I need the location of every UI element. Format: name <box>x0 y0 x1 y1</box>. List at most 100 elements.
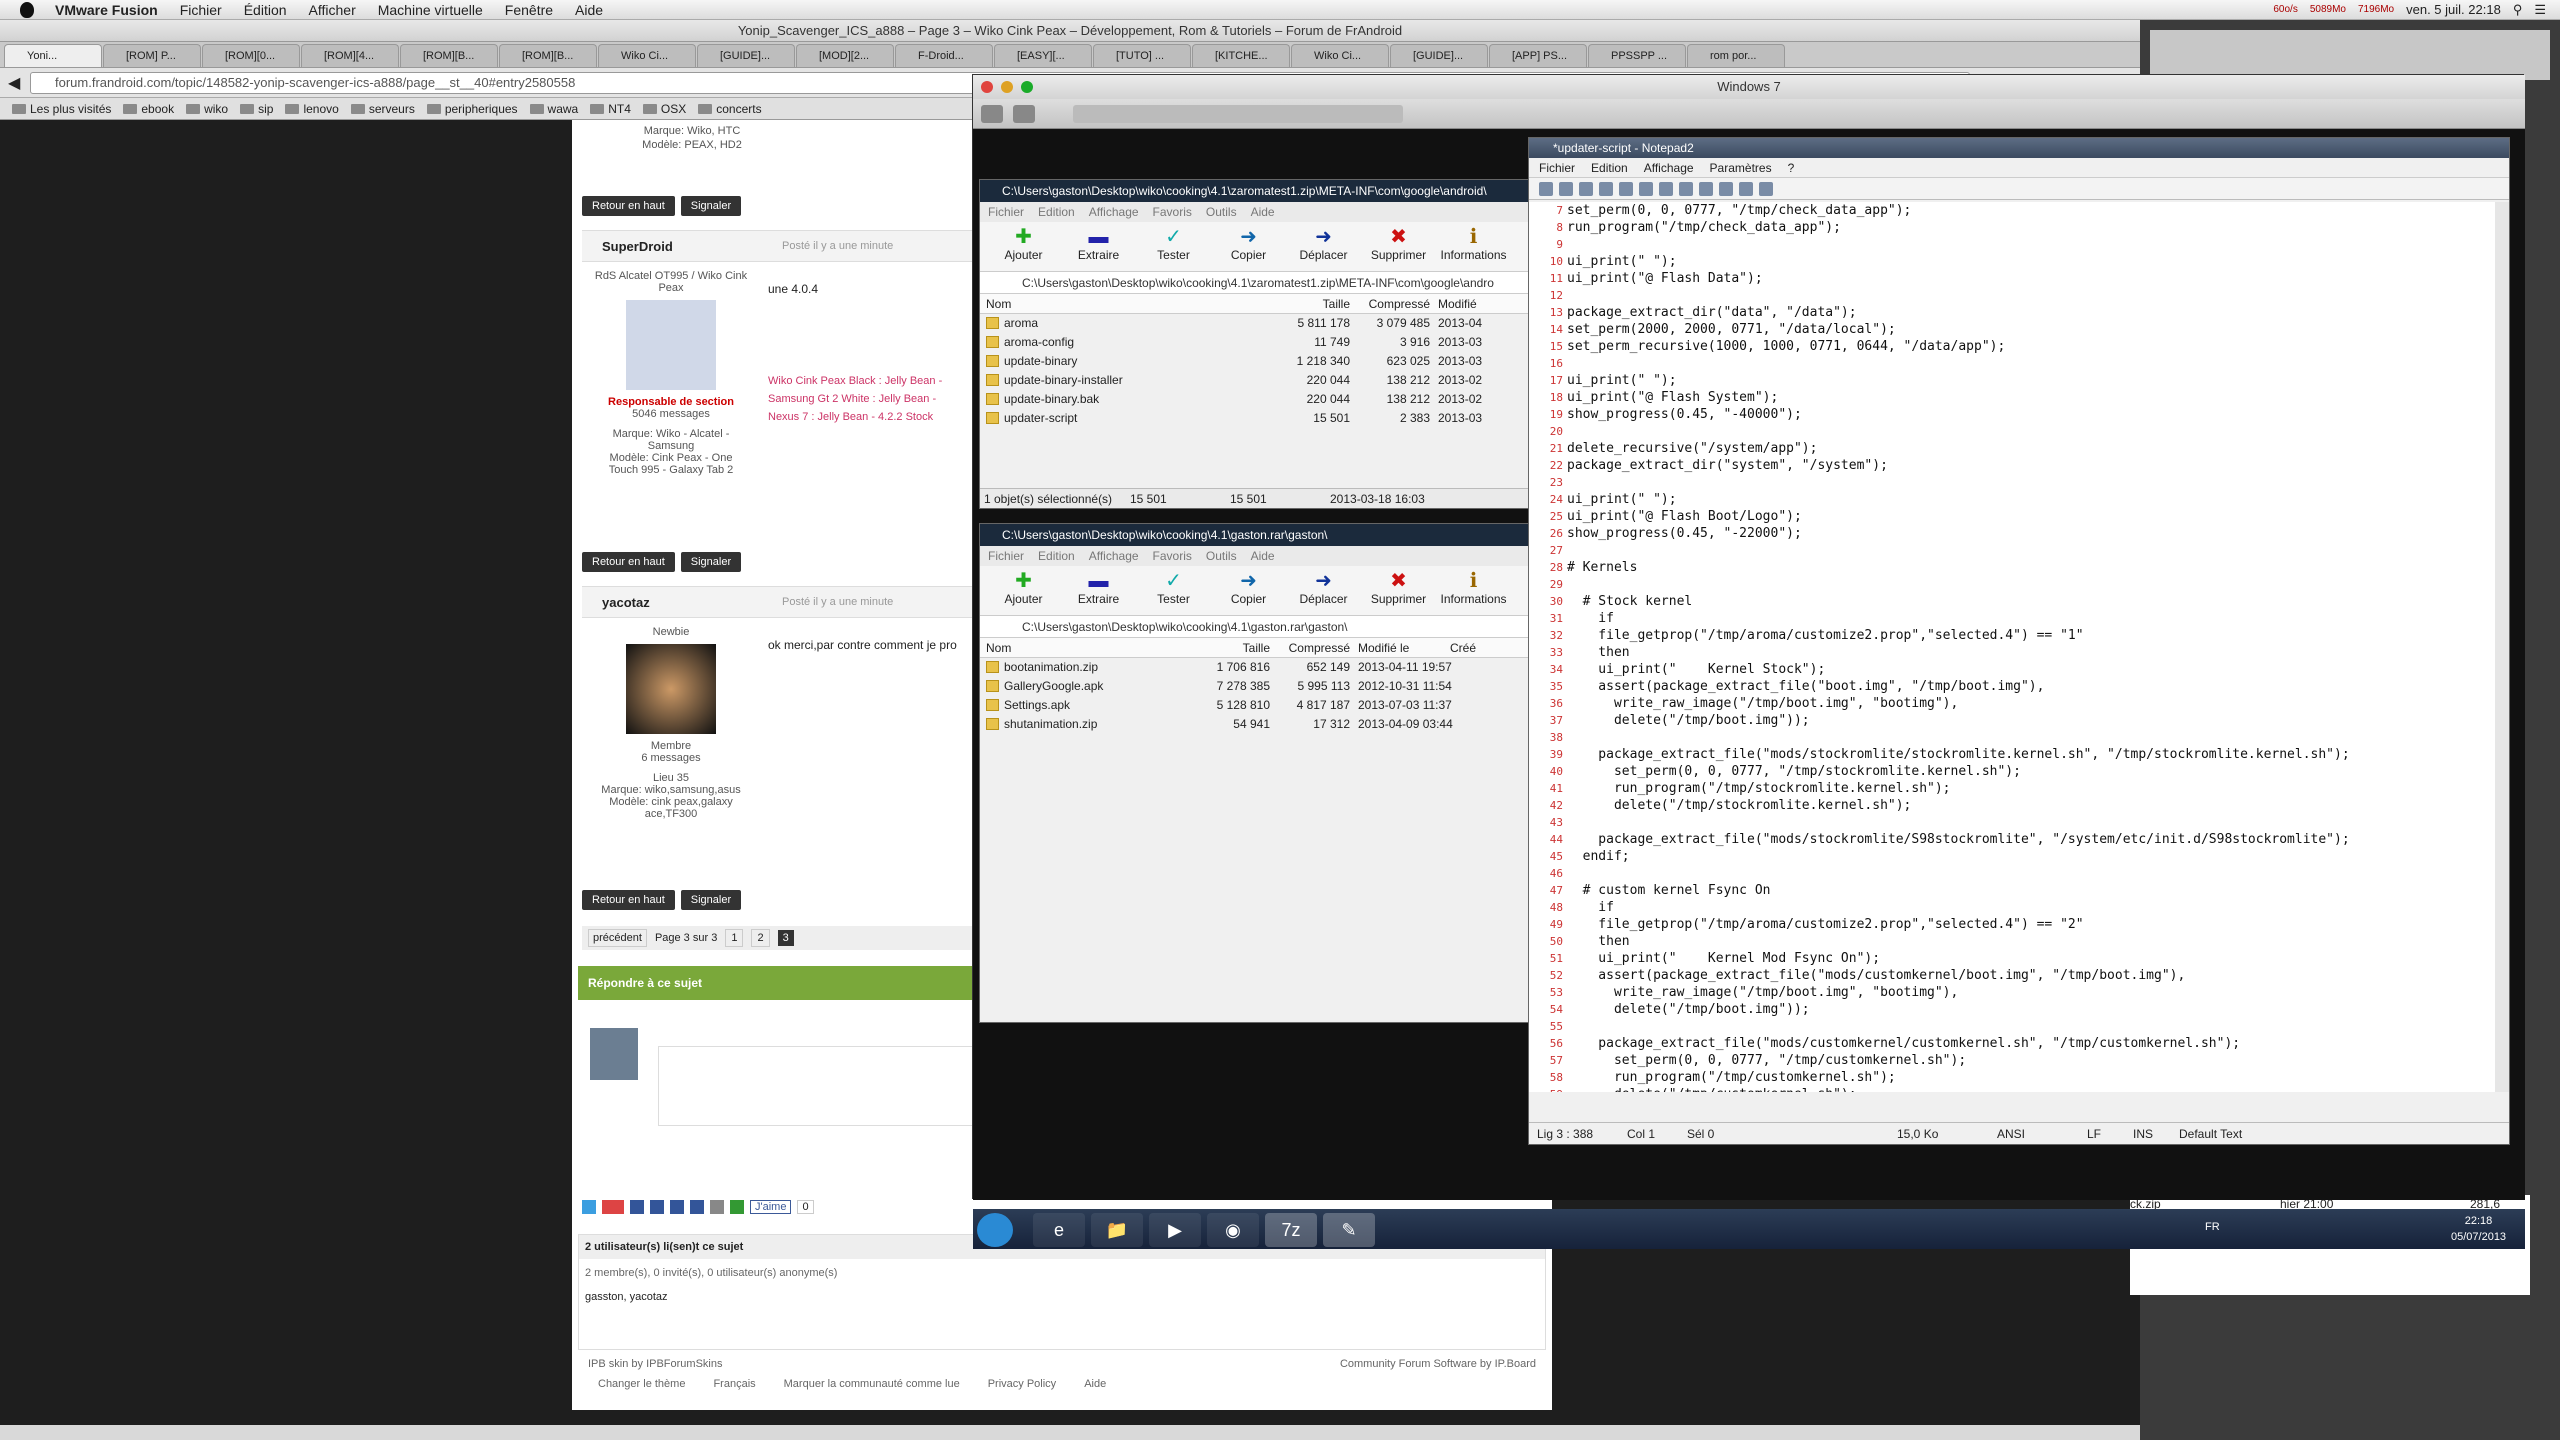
footer-link-language[interactable]: Français <box>713 1378 755 1390</box>
report-button[interactable]: Signaler <box>680 552 742 572</box>
file-row[interactable]: update-binary-installer 220 044 138 212 201… <box>980 371 1530 390</box>
start-button[interactable] <box>977 1213 1013 1247</box>
toolbar-add-button[interactable]: ✚ Ajouter <box>986 566 1061 615</box>
file-row[interactable]: update-binary.bak 220 044 138 212 2013-02 <box>980 390 1530 409</box>
paste-icon[interactable] <box>1679 181 1693 196</box>
menu-edition[interactable]: Edition <box>1038 546 1075 566</box>
toolbar-copy-button[interactable]: ➜ Copier <box>1211 222 1286 271</box>
close-icon[interactable] <box>981 81 993 93</box>
share-icon[interactable] <box>670 1200 684 1214</box>
sig-link-3[interactable]: Nexus 7 : Jelly Bean - 4.2.2 Stock <box>768 408 942 426</box>
toolbar-extract-button[interactable]: ▬ Extraire <box>1061 566 1136 615</box>
col-modified[interactable]: Modifié le <box>1350 638 1450 657</box>
footer-link-privacy[interactable]: Privacy Policy <box>988 1378 1056 1390</box>
avatar[interactable] <box>626 300 716 390</box>
browser-tab[interactable]: F-Droid... <box>895 44 993 67</box>
page-3[interactable]: 3 <box>777 930 794 946</box>
zoom-icon[interactable] <box>1021 81 1033 93</box>
toolbar-move-button[interactable]: ➜ Déplacer <box>1286 566 1361 615</box>
pause-icon[interactable] <box>981 105 1003 123</box>
file-row[interactable]: aroma 5 811 178 3 079 485 2013-04 <box>980 314 1530 333</box>
new-icon[interactable] <box>1539 181 1553 196</box>
toolbar-test-button[interactable]: ✓ Tester <box>1136 566 1211 615</box>
menu-fichier[interactable]: Fichier <box>988 202 1024 222</box>
menu-fichier[interactable]: Fichier <box>988 546 1024 566</box>
footer-link-help[interactable]: Aide <box>1084 1378 1106 1390</box>
prev-page-button[interactable]: précédent <box>588 929 647 947</box>
share-icon[interactable] <box>690 1200 704 1214</box>
browser-tab[interactable]: [ROM][B... <box>499 44 597 67</box>
toolbar-move-button[interactable]: ➜ Déplacer <box>1286 222 1361 271</box>
notepad-icon[interactable]: ✎ <box>1323 1213 1375 1247</box>
media-player-icon[interactable]: ▶ <box>1149 1213 1201 1247</box>
menu-favoris[interactable]: Favoris <box>1153 202 1192 222</box>
menu-affichage[interactable]: Affichage <box>1089 546 1139 566</box>
bookmark-folder[interactable]: concerts <box>698 102 762 116</box>
system-clock[interactable]: 22:18 05/07/2013 <box>2451 1213 2506 1245</box>
print-icon[interactable] <box>710 1200 724 1214</box>
menu-outils[interactable]: Outils <box>1206 546 1237 566</box>
col-size[interactable]: Taille <box>1280 294 1350 313</box>
avatar[interactable] <box>626 644 716 734</box>
menu-parametres[interactable]: Paramètres <box>1710 158 1772 177</box>
file-row[interactable]: bootanimation.zip 1 706 816 652 149 2013-04… <box>980 658 1530 677</box>
menu-fichier[interactable]: Fichier <box>169 2 233 18</box>
file-row[interactable]: GalleryGoogle.apk 7 278 385 5 995 113 2012-… <box>980 677 1530 696</box>
sig-link-2[interactable]: Samsung Gt 2 White : Jelly Bean - <box>768 390 942 408</box>
bookmark-folder[interactable]: peripheriques <box>426 102 518 116</box>
toolbar-delete-button[interactable]: ✖ Supprimer <box>1361 566 1436 615</box>
report-button[interactable]: Signaler <box>680 890 742 910</box>
menu-aide[interactable]: Aide <box>564 2 614 18</box>
bookmark-folder[interactable]: OSX <box>642 102 686 116</box>
toolbar-extract-button[interactable]: ▬ Extraire <box>1061 222 1136 271</box>
minimize-icon[interactable] <box>1001 81 1013 93</box>
footer-software[interactable]: Community Forum Software by IP.Board <box>1340 1358 1536 1370</box>
browser-tab[interactable]: Wiko Ci... <box>1291 44 1389 67</box>
app-menu[interactable]: VMware Fusion <box>44 2 169 18</box>
menu-affichage[interactable]: Affichage <box>1644 158 1694 177</box>
browser-tab[interactable]: [GUIDE]... <box>697 44 795 67</box>
browser-tab[interactable]: Wiko Ci... <box>598 44 696 67</box>
share-icon[interactable] <box>650 1200 664 1214</box>
apple-icon[interactable] <box>20 1 34 18</box>
file-row[interactable]: updater-script 15 501 2 383 2013-03 <box>980 409 1530 428</box>
browser-tab[interactable]: rom por... <box>1687 44 1785 67</box>
sig-link-1[interactable]: Wiko Cink Peax Black : Jelly Bean - <box>768 372 942 390</box>
toolbar-info-button[interactable]: ℹ Informations <box>1436 222 1511 271</box>
col-size[interactable]: Taille <box>1200 638 1270 657</box>
toolbar-test-button[interactable]: ✓ Tester <box>1136 222 1211 271</box>
browser-tab[interactable]: [APP] PS... <box>1489 44 1587 67</box>
menu-aide[interactable]: Aide <box>1251 202 1275 222</box>
list-icon[interactable]: ☰ <box>2534 2 2546 18</box>
spotlight-icon[interactable]: ⚲ <box>2513 2 2523 18</box>
menu-afficher[interactable]: Afficher <box>298 2 367 18</box>
undo-icon[interactable] <box>1599 181 1613 196</box>
menu-help[interactable]: ? <box>1788 158 1795 177</box>
report-button[interactable]: Signaler <box>680 196 742 216</box>
toolbar-info-button[interactable]: ℹ Informations <box>1436 566 1511 615</box>
editor-scrollbar[interactable] <box>2495 202 2509 1092</box>
device-icons[interactable] <box>1073 105 1403 123</box>
post-author[interactable]: yacotaz <box>602 595 782 610</box>
menu-fichier[interactable]: Fichier <box>1539 158 1575 177</box>
zoom-out-icon[interactable] <box>1759 181 1773 196</box>
menu-aide[interactable]: Aide <box>1251 546 1275 566</box>
back-to-top-button[interactable]: Retour en haut <box>582 196 675 216</box>
copy-icon[interactable] <box>1659 181 1673 196</box>
col-name[interactable]: Nom <box>980 294 1280 313</box>
bookmark-folder[interactable]: wiko <box>186 102 228 116</box>
menu-outils[interactable]: Outils <box>1206 202 1237 222</box>
7zip-icon[interactable]: 7z <box>1265 1213 1317 1247</box>
menu-edition[interactable]: Edition <box>1038 202 1075 222</box>
bookmark-folder[interactable]: serveurs <box>350 102 415 116</box>
bookmark-folder[interactable]: ebook <box>123 102 174 116</box>
browser-tab[interactable]: [ROM] P... <box>103 44 201 67</box>
bookmark-folder[interactable]: sip <box>240 102 273 116</box>
file-row[interactable]: Settings.apk 5 128 810 4 817 187 2013-07-03… <box>980 696 1530 715</box>
bookmark-folder[interactable]: lenovo <box>285 102 339 116</box>
browser-tab[interactable]: PPSSPP ... <box>1588 44 1686 67</box>
file-row[interactable]: update-binary 1 218 340 623 025 2013-03 <box>980 352 1530 371</box>
col-compressed[interactable]: Compressé <box>1350 294 1430 313</box>
browser-tab[interactable]: [ROM][4... <box>301 44 399 67</box>
active-users-list[interactable]: gasston, yacotaz <box>579 1287 1545 1307</box>
